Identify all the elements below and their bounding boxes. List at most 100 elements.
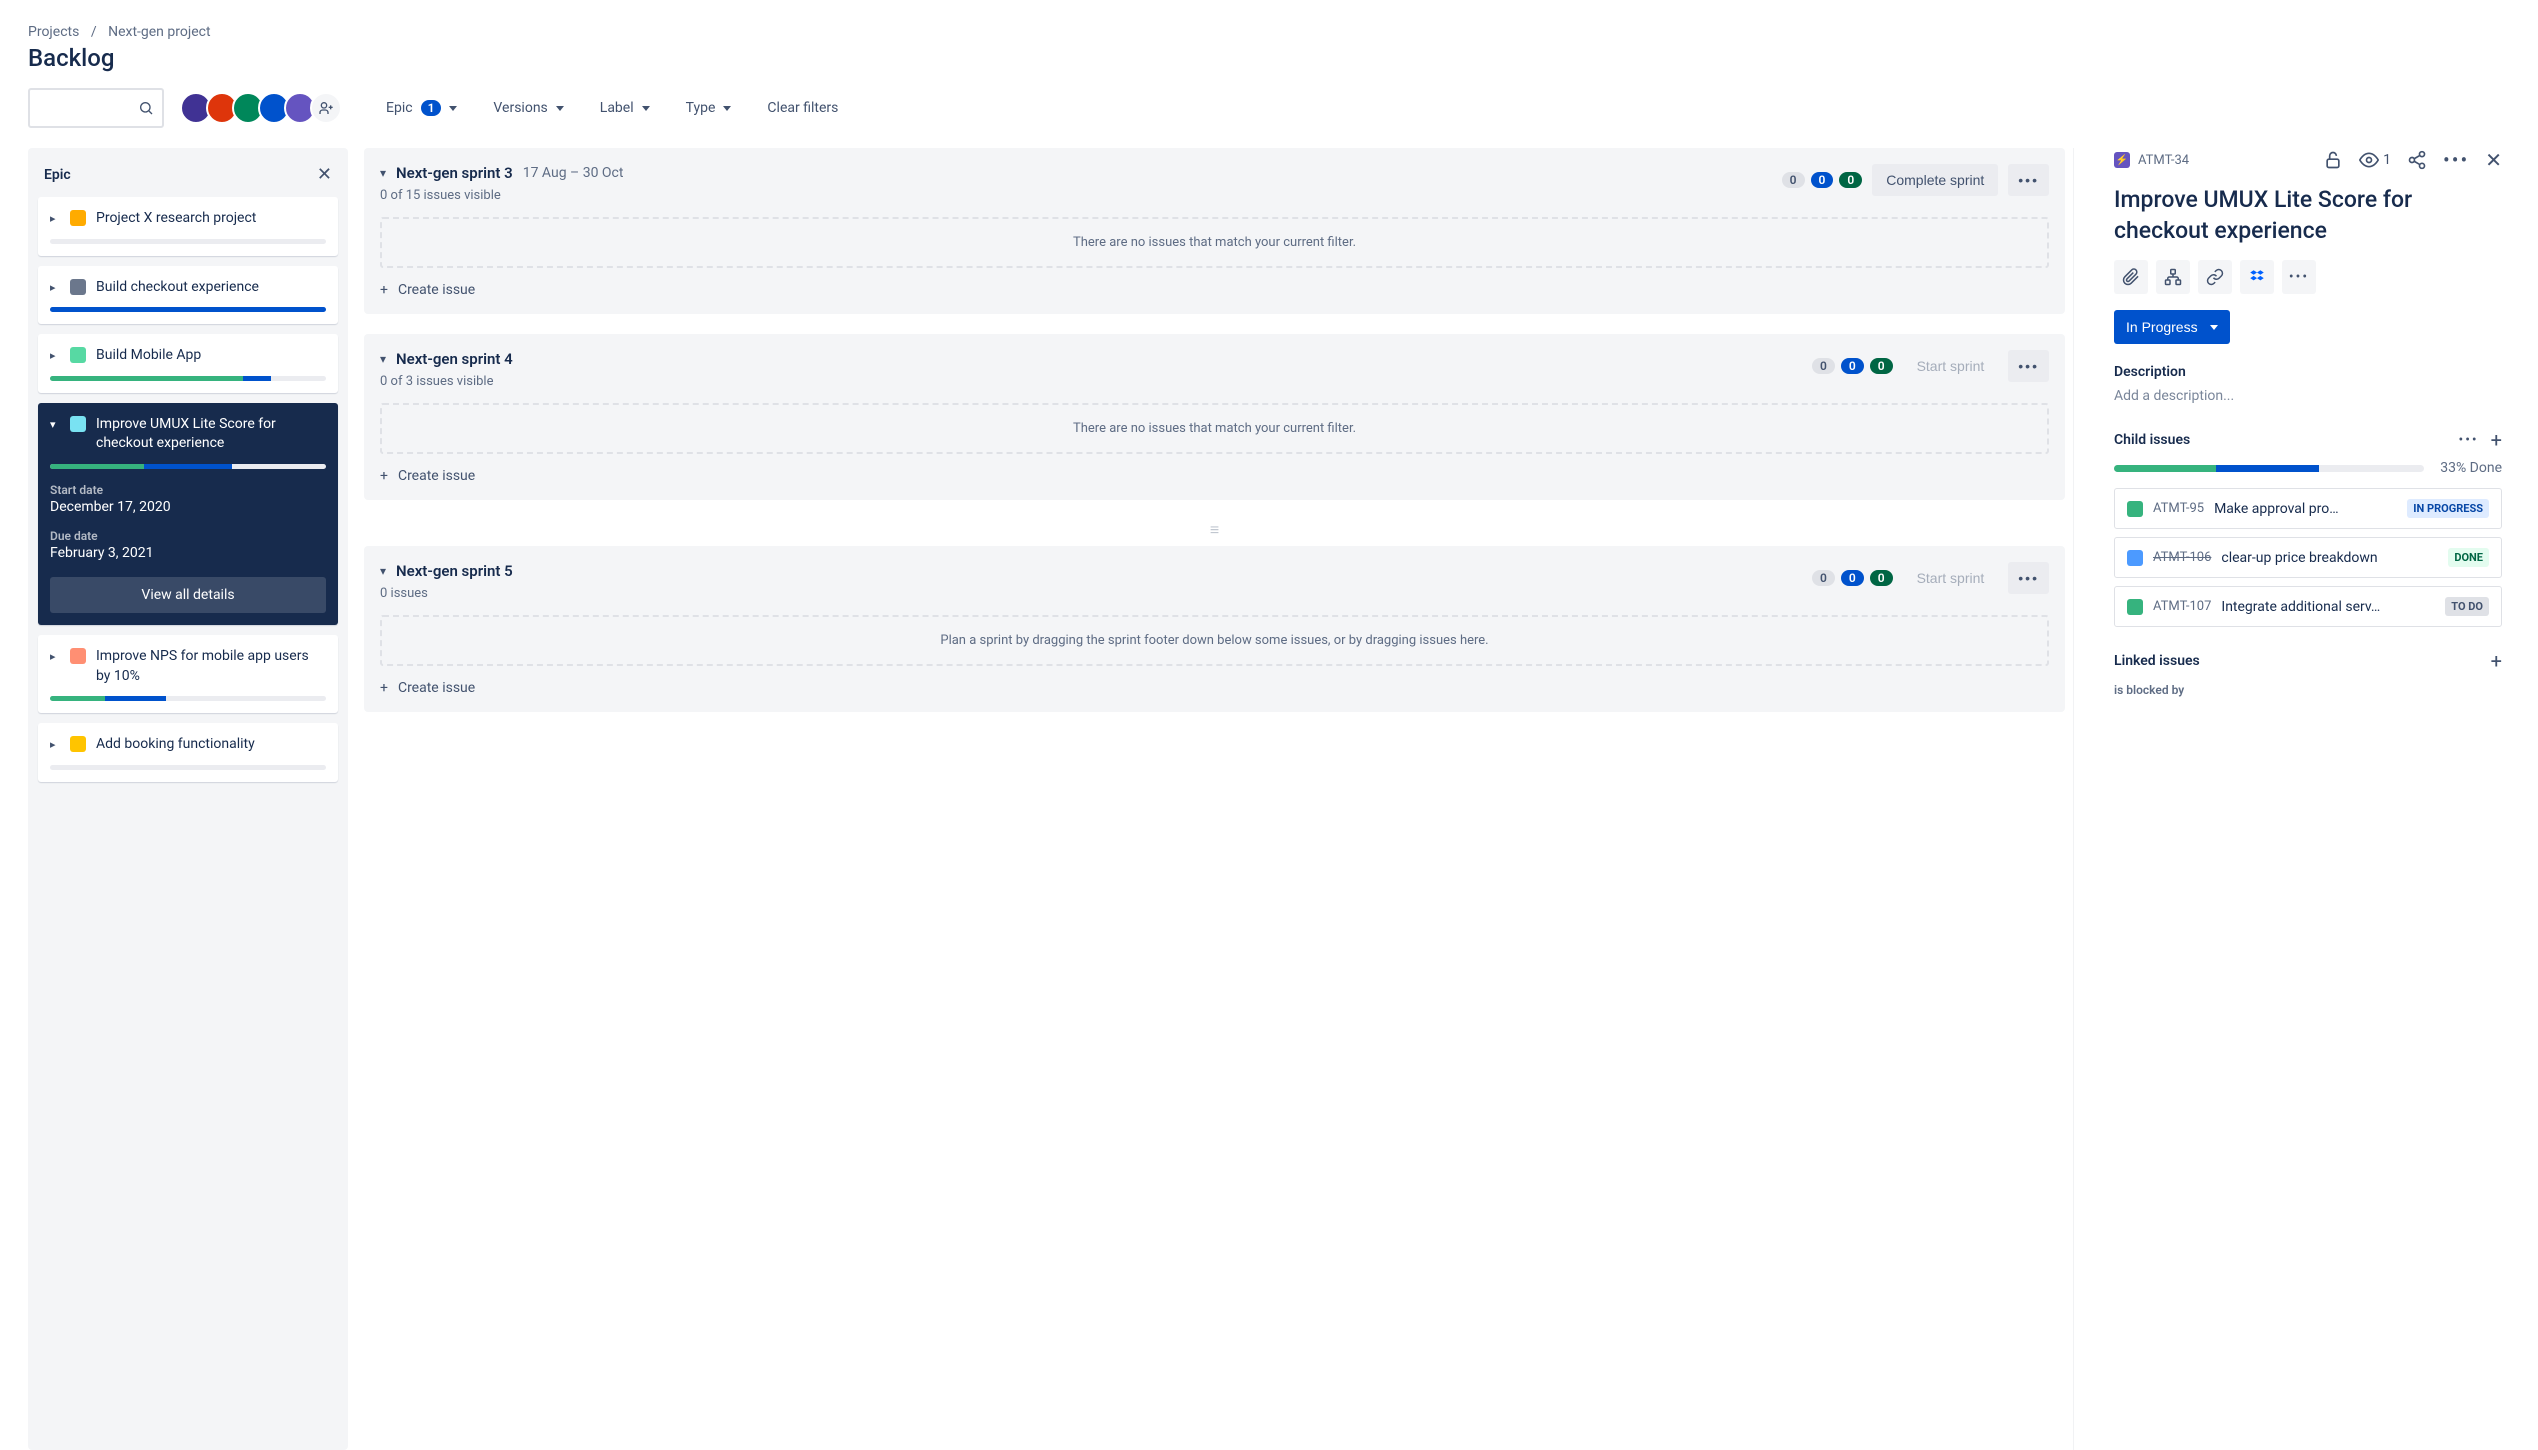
linked-type-label: is blocked by [2114,683,2502,697]
create-issue-button[interactable]: + Create issue [380,468,2049,484]
attach-button[interactable] [2114,260,2148,294]
todo-count: 0 [1812,358,1835,374]
issue-title[interactable]: Improve UMUX Lite Score for checkout exp… [2114,184,2502,246]
child-issue-title: Make approval pro… [2214,501,2397,517]
sprint-subtitle: 0 of 3 issues visible [380,374,513,389]
filter-label-label: Label [600,100,634,116]
due-date-label: Due date [50,529,326,543]
chevron-icon: ▸ [50,209,60,225]
filter-type[interactable]: Type [682,94,736,122]
child-issue-title: Integrate additional serv… [2221,599,2435,615]
sprint-name[interactable]: Next-gen sprint 3 [396,164,513,182]
issue-detail-panel: ⚡ ATMT-34 1 ••• ✕ Improve UMUX Lite Scor… [2090,148,2510,1450]
todo-count: 0 [1812,570,1835,586]
child-issue-row[interactable]: ATMT-106 clear-up price breakdown DONE [2114,537,2502,578]
chevron-down-icon[interactable]: ▾ [380,352,386,366]
lock-icon[interactable] [2323,150,2343,170]
epic-progress-bar [50,765,326,770]
sprint-counts: 0 0 0 [1812,358,1893,374]
chevron-icon: ▸ [50,735,60,751]
epic-progress-bar [50,376,326,381]
watch-count: 1 [2383,152,2391,168]
epic-card[interactable]: ▸ Add booking functionality [38,723,338,782]
child-issue-key: ATMT-106 [2153,550,2211,565]
child-progress-bar [2114,465,2424,472]
sprint-name[interactable]: Next-gen sprint 4 [396,350,513,368]
add-people-button[interactable] [310,92,342,124]
epic-card[interactable]: ▸ Build checkout experience [38,266,338,325]
epic-panel-title: Epic [44,167,71,183]
watch-button[interactable]: 1 [2359,150,2391,170]
epic-card[interactable]: ▾ Improve UMUX Lite Score for checkout e… [38,403,338,625]
breadcrumb: Projects / Next-gen project [28,24,2510,40]
close-icon[interactable]: ✕ [317,164,332,185]
create-issue-button[interactable]: + Create issue [380,680,2049,696]
create-issue-label: Create issue [398,680,475,696]
close-icon[interactable]: ✕ [2485,148,2502,172]
filter-epic-label: Epic [386,100,413,116]
add-linked-icon[interactable]: + [2491,649,2502,673]
chevron-icon: ▾ [50,415,60,431]
sprint-name[interactable]: Next-gen sprint 5 [396,562,513,580]
sprint-action-button[interactable]: Complete sprint [1872,164,1998,196]
chevron-down-icon [642,106,650,111]
sprint-dates: 17 Aug – 30 Oct [523,165,624,181]
sprint-action-button: Start sprint [1903,350,1999,382]
more-icon[interactable]: ••• [2443,148,2469,172]
sprint-more-button[interactable]: ••• [2008,350,2049,382]
epic-name: Improve UMUX Lite Score for checkout exp… [96,415,326,454]
sprint-more-button[interactable]: ••• [2008,562,2049,594]
more-icon[interactable]: ••• [2458,432,2478,448]
drag-handle-icon[interactable]: ≡ [1210,520,1219,540]
share-icon[interactable] [2407,150,2427,170]
chevron-down-icon [2210,325,2218,330]
start-date-value: December 17, 2020 [50,499,326,515]
avatar-group [180,92,342,124]
dropbox-button[interactable] [2240,260,2274,294]
child-issue-row[interactable]: ATMT-107 Integrate additional serv… TO D… [2114,586,2502,627]
issue-key[interactable]: ⚡ ATMT-34 [2114,152,2189,168]
clear-filters-button[interactable]: Clear filters [763,94,842,122]
add-child-icon[interactable]: + [2491,428,2502,452]
view-all-details-button[interactable]: View all details [50,577,326,613]
epic-type-icon: ⚡ [2114,152,2130,168]
breadcrumb-projects[interactable]: Projects [28,24,79,40]
epic-name: Build checkout experience [96,278,326,298]
epic-card[interactable]: ▸ Build Mobile App [38,334,338,393]
linked-issues-heading: Linked issues [2114,653,2200,669]
epic-color-swatch [70,736,86,752]
epic-color-swatch [70,210,86,226]
child-issues-heading: Child issues [2114,432,2190,448]
epic-progress-bar [50,239,326,244]
filter-versions[interactable]: Versions [489,94,567,122]
search-input[interactable] [48,99,138,117]
child-issue-status: IN PROGRESS [2407,499,2489,518]
plus-icon: + [380,282,388,298]
status-dropdown[interactable]: In Progress [2114,310,2230,344]
epic-card[interactable]: ▸ Project X research project [38,197,338,256]
done-count: 0 [1870,358,1893,374]
create-issue-button[interactable]: + Create issue [380,282,2049,298]
filter-epic-badge: 1 [421,100,442,116]
epic-card[interactable]: ▸ Improve NPS for mobile app users by 10… [38,635,338,713]
search-box[interactable] [28,88,164,128]
breadcrumb-project[interactable]: Next-gen project [108,24,210,40]
filter-label[interactable]: Label [596,94,654,122]
sprint-subtitle: 0 issues [380,586,513,601]
filter-type-label: Type [686,100,716,116]
link-button[interactable] [2198,260,2232,294]
chevron-down-icon[interactable]: ▾ [380,564,386,578]
sprint-more-button[interactable]: ••• [2008,164,2049,196]
add-child-button[interactable] [2156,260,2190,294]
create-issue-label: Create issue [398,282,475,298]
status-label: In Progress [2126,319,2198,335]
todo-count: 0 [1782,172,1805,188]
description-field[interactable]: Add a description... [2114,388,2502,404]
task-icon [2127,550,2143,566]
child-issue-row[interactable]: ATMT-95 Make approval pro… IN PROGRESS [2114,488,2502,529]
chevron-down-icon[interactable]: ▾ [380,166,386,180]
more-actions-button[interactable]: ••• [2282,260,2316,294]
chevron-icon: ▸ [50,278,60,294]
filter-epic[interactable]: Epic 1 [382,94,461,122]
sprint-action-button: Start sprint [1903,562,1999,594]
